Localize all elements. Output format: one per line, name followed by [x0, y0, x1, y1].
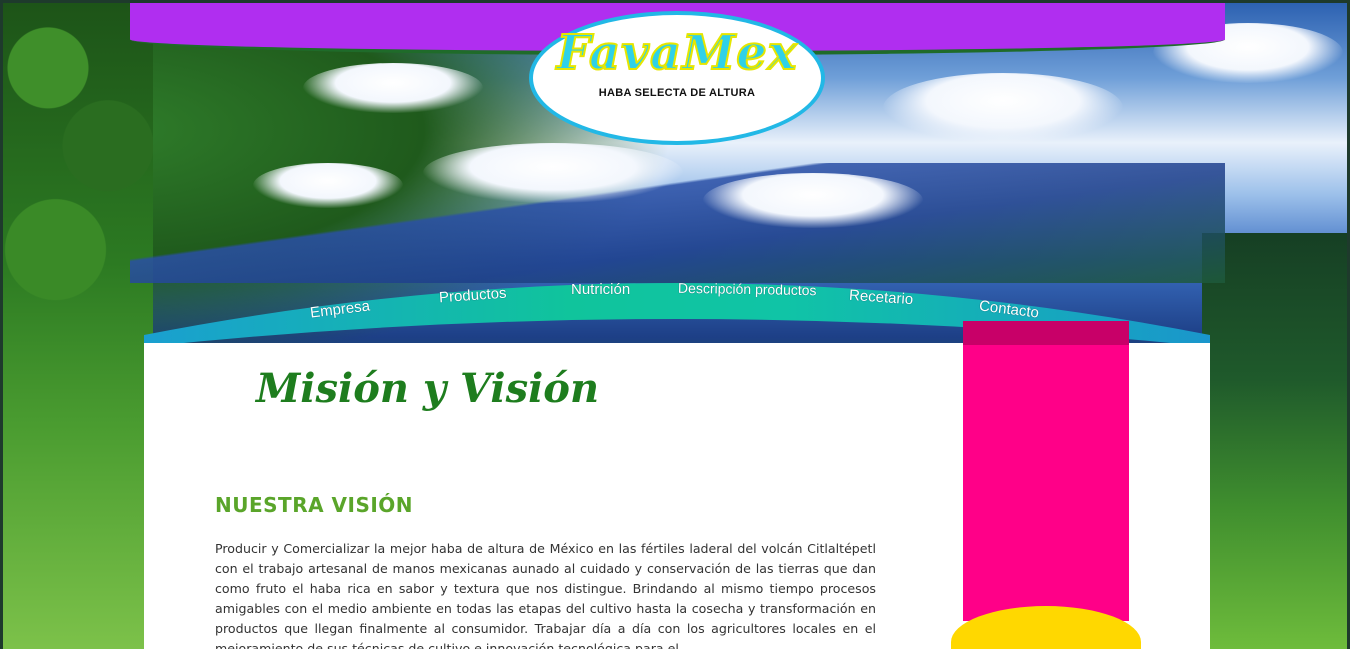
background-cloud	[253, 163, 403, 208]
brand-logo[interactable]: FavaMex HABA SELECTA DE ALTURA	[529, 11, 825, 145]
brand-name: FavaMex	[556, 24, 798, 82]
background-cloud	[883, 73, 1123, 143]
sidebar-decoration-pink-top	[963, 321, 1129, 345]
page-title: Misión y Visión	[256, 365, 600, 412]
nav-item-descripcion-productos[interactable]: Descripción productos	[678, 280, 817, 298]
background-cloud	[423, 143, 683, 203]
brand-tagline: HABA SELECTA DE ALTURA	[598, 87, 756, 99]
nav-item-nutricion[interactable]: Nutrición	[571, 281, 630, 298]
background-cloud	[703, 173, 923, 228]
sidebar-decoration-pink	[963, 321, 1129, 621]
background-cloud	[303, 63, 483, 113]
section-heading: NUESTRA VISIÓN	[215, 493, 414, 517]
section-body-text: Producir y Comercializar la mejor haba d…	[215, 541, 876, 649]
background-forest-right	[1202, 233, 1347, 649]
background-forest-left	[3, 3, 153, 649]
